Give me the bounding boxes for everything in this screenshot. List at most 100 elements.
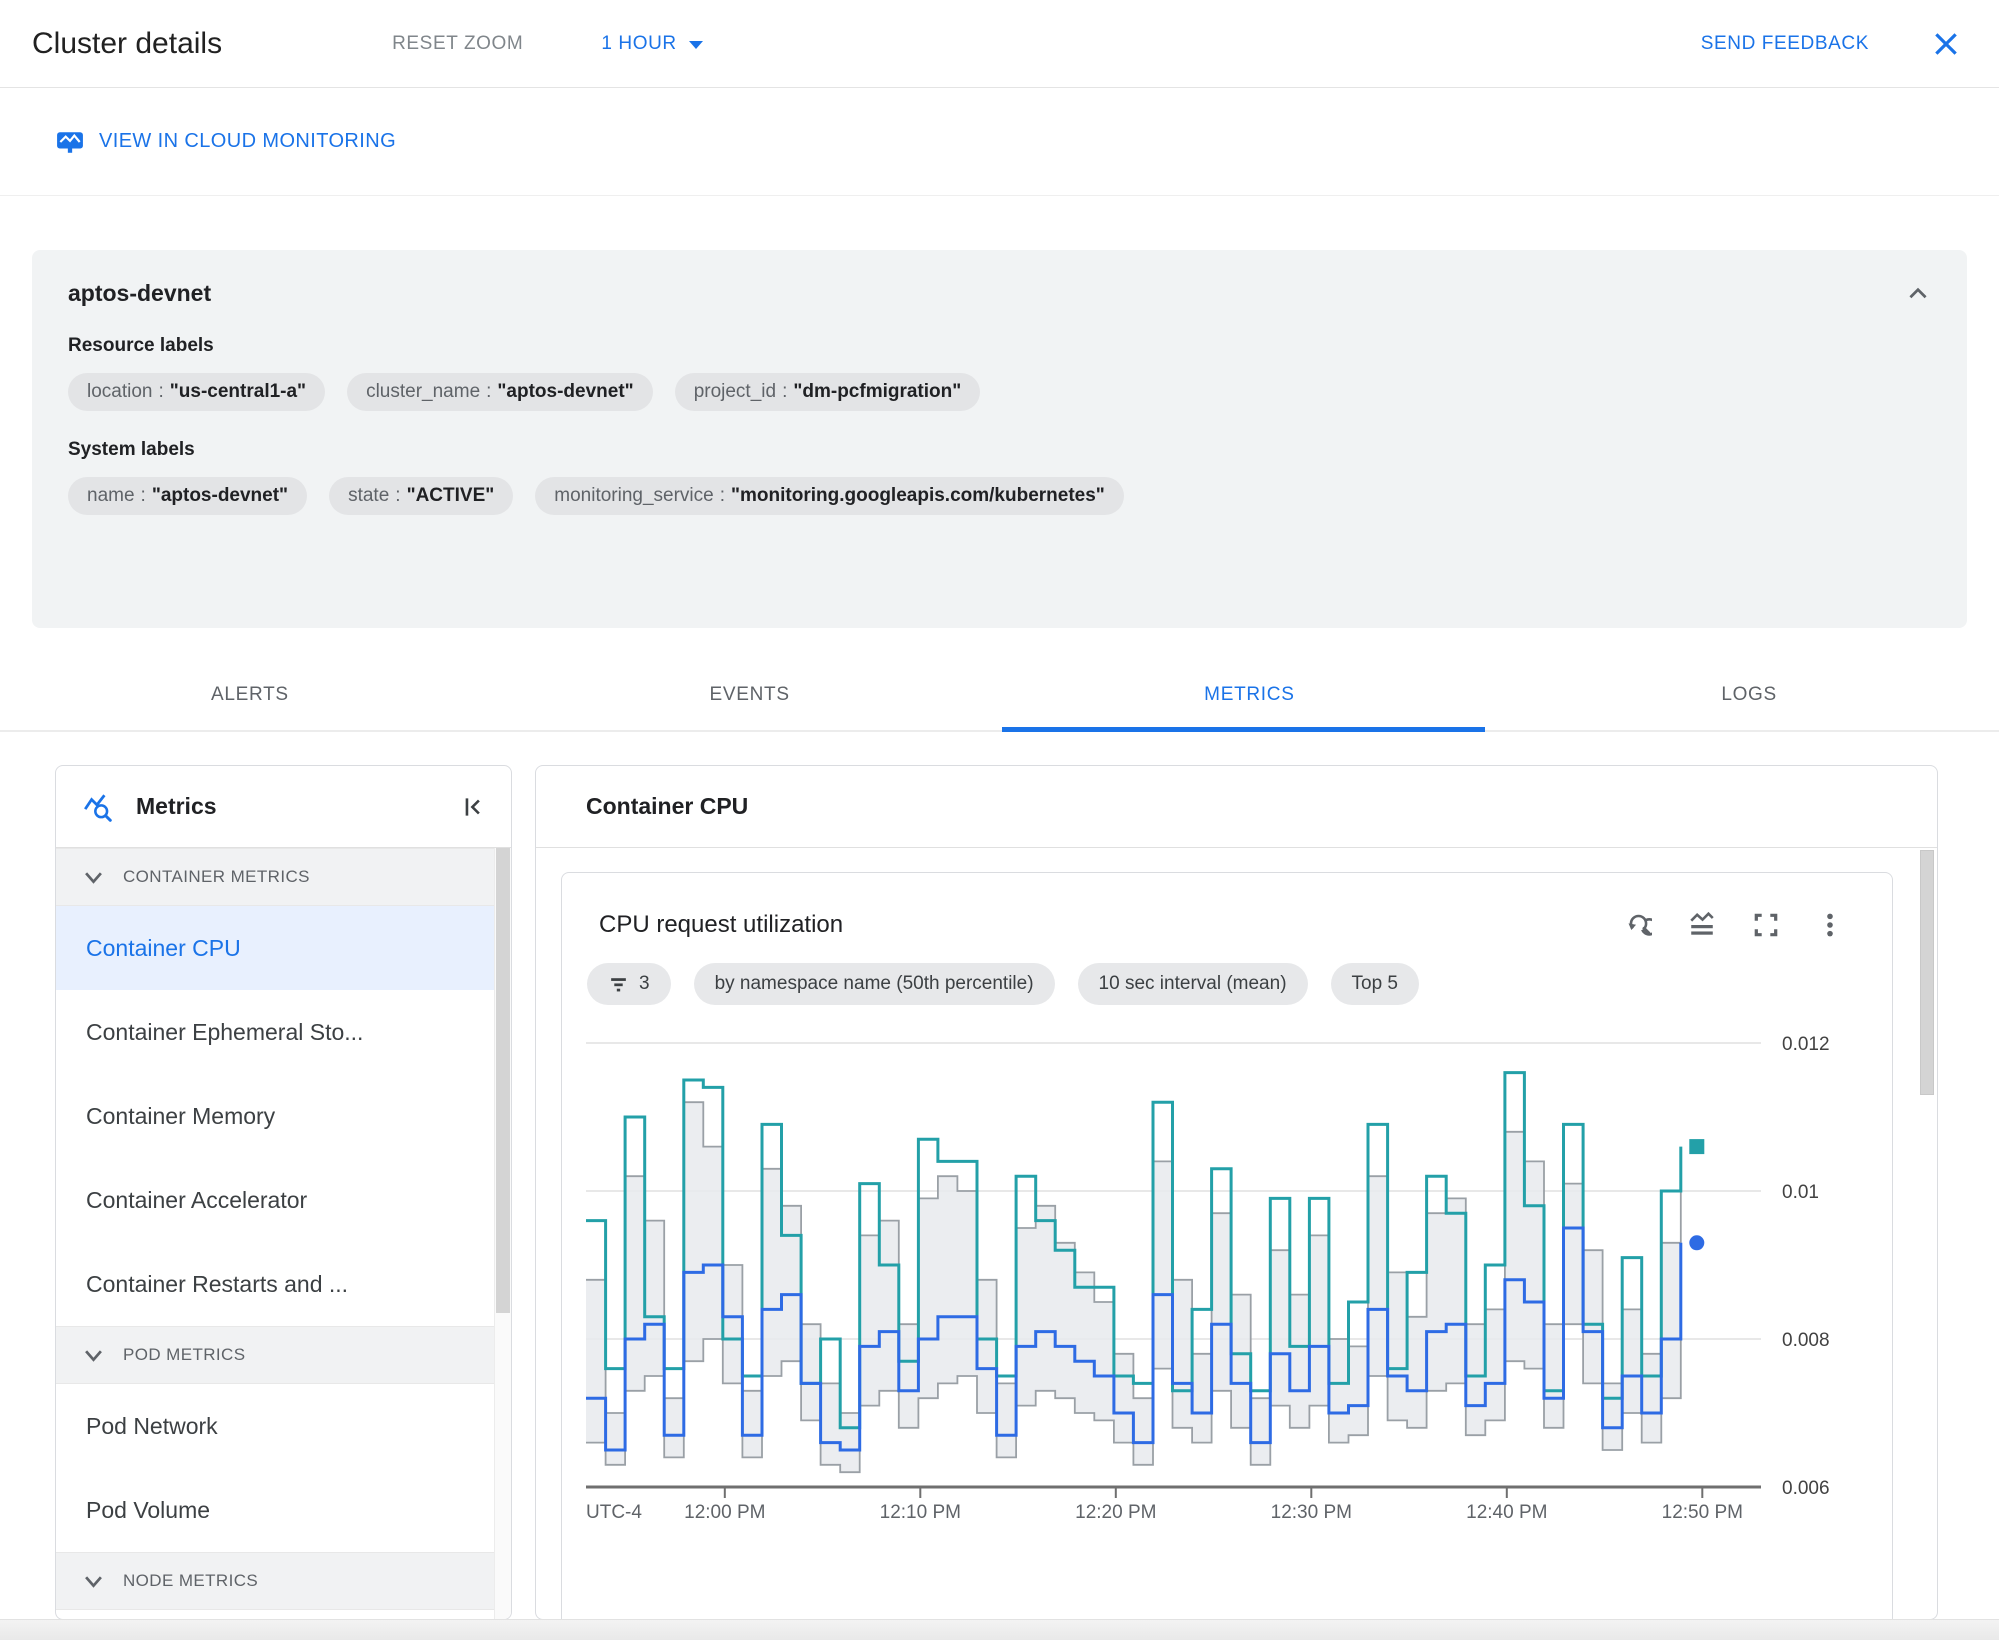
chevron-up-icon bbox=[1909, 287, 1927, 298]
sidebar-title: Metrics bbox=[136, 793, 217, 819]
cloud-monitoring-icon bbox=[57, 131, 83, 153]
svg-text:12:00 PM: 12:00 PM bbox=[684, 1502, 765, 1521]
sidebar-item-container-accelerator[interactable]: Container Accelerator bbox=[56, 1158, 511, 1242]
metrics-explorer-icon bbox=[84, 793, 112, 822]
svg-text:12:40 PM: 12:40 PM bbox=[1466, 1502, 1547, 1521]
monitoring-link-row: VIEW IN CLOUD MONITORING bbox=[0, 88, 1999, 196]
svg-text:12:20 PM: 12:20 PM bbox=[1075, 1502, 1156, 1521]
section-container-metrics[interactable]: CONTAINER METRICS bbox=[56, 848, 511, 906]
zoom-reset-button[interactable] bbox=[1624, 911, 1652, 939]
svg-text:12:10 PM: 12:10 PM bbox=[880, 1502, 961, 1521]
chip-value: "monitoring.googleapis.com/kubernetes" bbox=[731, 485, 1105, 506]
tab-events[interactable]: EVENTS bbox=[500, 660, 1000, 730]
section-node-metrics[interactable]: NODE METRICS bbox=[56, 1552, 511, 1610]
close-icon bbox=[1935, 32, 1957, 55]
view-in-cloud-monitoring-link[interactable]: VIEW IN CLOUD MONITORING bbox=[56, 128, 396, 156]
chip-key: monitoring_service bbox=[554, 485, 714, 506]
section-pod-metrics[interactable]: POD METRICS bbox=[56, 1326, 511, 1384]
chip-key: location bbox=[87, 381, 153, 402]
chip-key: cluster_name bbox=[366, 381, 481, 402]
chevron-down-icon bbox=[85, 871, 102, 884]
chip-separator: : bbox=[486, 381, 492, 402]
chevron-down-icon bbox=[85, 1349, 102, 1362]
tab-logs[interactable]: LOGS bbox=[1499, 660, 1999, 730]
tab-alerts[interactable]: ALERTS bbox=[0, 660, 500, 730]
panel-header: Cluster details RESET ZOOM 1 HOUR SEND F… bbox=[0, 0, 1999, 88]
label-chip: project_id: "dm-pcfmigration" bbox=[674, 373, 981, 411]
svg-text:12:50 PM: 12:50 PM bbox=[1662, 1502, 1743, 1521]
chart-plot: 0.012 0.01 0.008 0.006 12:00 PM 12:10 PM 12:20… bbox=[586, 1034, 1830, 1523]
fullscreen-icon bbox=[1754, 913, 1778, 937]
chart-filter-row: 3 by namespace name (50th percentile) 10… bbox=[587, 963, 1892, 1005]
collapse-card-button[interactable] bbox=[1905, 281, 1931, 307]
time-range-dropdown[interactable]: 1 HOUR bbox=[601, 32, 703, 55]
chip-key: project_id bbox=[693, 381, 777, 402]
content-area: Metrics CONTAINER METRICS Container CPU … bbox=[0, 732, 1999, 1640]
sidebar-item-container-restarts[interactable]: Container Restarts and ... bbox=[56, 1242, 511, 1326]
chip-key: state bbox=[348, 485, 390, 506]
sidebar-scrollbar-thumb[interactable] bbox=[496, 848, 510, 1313]
more-options-button[interactable] bbox=[1816, 911, 1844, 939]
groupby-chip[interactable]: by namespace name (50th percentile) bbox=[693, 963, 1055, 1005]
chip-value: "aptos-devnet" bbox=[497, 381, 634, 402]
svg-text:0.012: 0.012 bbox=[1782, 1034, 1830, 1055]
chip-separator: : bbox=[782, 381, 788, 402]
reset-zoom-button[interactable]: RESET ZOOM bbox=[392, 33, 523, 55]
interval-chip[interactable]: 10 sec interval (mean) bbox=[1077, 963, 1308, 1005]
chip-separator: : bbox=[719, 485, 726, 506]
sidebar-item-container-cpu[interactable]: Container CPU bbox=[56, 906, 511, 990]
filter-icon bbox=[611, 977, 626, 991]
resource-labels-row: location: "us-central1-a" cluster_name: "a… bbox=[68, 373, 1931, 411]
section-label: CONTAINER METRICS bbox=[123, 867, 310, 886]
svg-text:0.006: 0.006 bbox=[1782, 1478, 1830, 1499]
collapse-sidebar-button[interactable] bbox=[461, 794, 487, 820]
chip-value: "us-central1-a" bbox=[169, 381, 307, 402]
chip-value: "aptos-devnet" bbox=[151, 485, 289, 506]
svg-text:12:30 PM: 12:30 PM bbox=[1271, 1502, 1352, 1521]
chip-value: "dm-pcfmigration" bbox=[793, 381, 962, 402]
filter-count: 3 bbox=[639, 973, 650, 994]
section-label: NODE METRICS bbox=[123, 1571, 259, 1590]
chip-value: "ACTIVE" bbox=[406, 485, 495, 506]
fullscreen-button[interactable] bbox=[1752, 911, 1780, 939]
chart-mode-button[interactable] bbox=[1688, 911, 1716, 939]
chip-separator: : bbox=[140, 485, 146, 506]
view-in-cloud-monitoring-label: VIEW IN CLOUD MONITORING bbox=[99, 130, 397, 152]
sidebar-item-container-memory[interactable]: Container Memory bbox=[56, 1074, 511, 1158]
sidebar-item-pod-volume[interactable]: Pod Volume bbox=[56, 1468, 511, 1552]
zoom-reset-icon bbox=[1628, 914, 1652, 936]
label-chip: cluster_name: "aptos-devnet" bbox=[347, 373, 653, 411]
chart-title: CPU request utilization bbox=[599, 911, 844, 938]
send-feedback-button[interactable]: SEND FEEDBACK bbox=[1701, 33, 1869, 55]
sidebar-scrollbar[interactable] bbox=[494, 848, 511, 1619]
chart-card: CPU request utilization 3 by namespace n… bbox=[561, 872, 1893, 1619]
sidebar-item-container-ephemeral-storage[interactable]: Container Ephemeral Sto... bbox=[56, 990, 511, 1074]
window-bottom-edge bbox=[0, 1619, 1999, 1640]
close-button[interactable] bbox=[1931, 29, 1961, 59]
cluster-details-card: aptos-devnet Resource labels location: "u… bbox=[32, 250, 1967, 628]
label-chip: name: "aptos-devnet" bbox=[68, 477, 308, 515]
main-scrollbar-thumb[interactable] bbox=[1920, 850, 1934, 1095]
cpu-utilization-chart[interactable]: 0.012 0.01 0.008 0.006 12:00 PM 12:10 PM 12:20… bbox=[586, 1021, 1868, 1526]
sidebar-item-pod-network[interactable]: Pod Network bbox=[56, 1384, 511, 1468]
kebab-menu-icon bbox=[1827, 913, 1833, 937]
svg-text:0.01: 0.01 bbox=[1782, 1182, 1819, 1203]
system-labels-row: name: "aptos-devnet" state: "ACTIVE" monit… bbox=[68, 477, 1931, 515]
section-label: POD METRICS bbox=[123, 1345, 246, 1364]
time-range-label: 1 HOUR bbox=[601, 32, 677, 54]
resource-labels-heading: Resource labels bbox=[68, 335, 214, 356]
chip-separator: : bbox=[395, 485, 401, 506]
tab-bar: ALERTS EVENTS METRICS LOGS bbox=[0, 660, 1999, 732]
chip-separator: : bbox=[158, 381, 164, 402]
chevron-down-icon bbox=[688, 40, 703, 49]
page-title: Cluster details bbox=[32, 26, 223, 60]
label-chip: state: "ACTIVE" bbox=[329, 477, 514, 515]
topn-chip[interactable]: Top 5 bbox=[1330, 963, 1419, 1005]
chevron-down-icon bbox=[85, 1575, 102, 1588]
panel-collapse-icon bbox=[465, 797, 480, 816]
cluster-name: aptos-devnet bbox=[68, 280, 212, 306]
tab-metrics[interactable]: METRICS bbox=[1000, 660, 1500, 732]
filter-count-chip[interactable]: 3 bbox=[587, 963, 671, 1005]
svg-text:0.008: 0.008 bbox=[1782, 1330, 1830, 1351]
metrics-main-panel: Container CPU CPU request utilization 3 … bbox=[535, 765, 1938, 1620]
